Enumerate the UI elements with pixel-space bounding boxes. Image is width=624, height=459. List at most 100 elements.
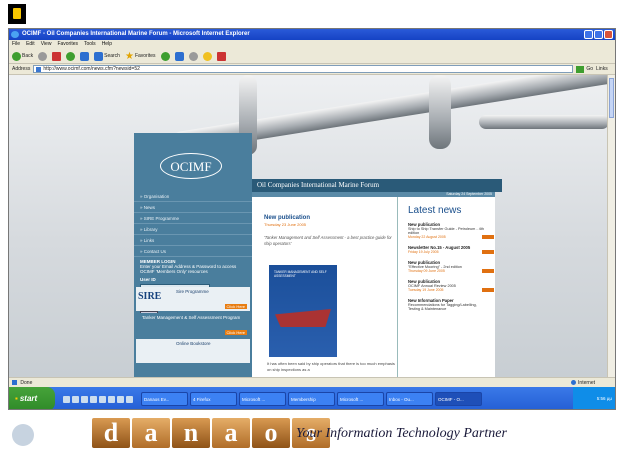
- refresh-icon: [66, 51, 76, 61]
- latest-news: Latest news New publication Ship to Ship…: [397, 197, 497, 377]
- scroll-thumb[interactable]: [609, 78, 614, 118]
- page-icon: [36, 66, 42, 72]
- news-desc: Recommendations for Tagging/Labelling, T…: [408, 303, 477, 311]
- bookstore-title: Online Bookstore: [176, 341, 211, 346]
- vertical-scrollbar[interactable]: [607, 75, 615, 377]
- menu-favorites[interactable]: Favorites: [57, 40, 78, 49]
- window-title: OCIMF - Oil Companies International Mari…: [22, 31, 250, 37]
- nav-news[interactable]: News: [134, 202, 252, 213]
- forward-button[interactable]: [38, 51, 48, 61]
- nav-organisation[interactable]: Organisation: [134, 191, 252, 202]
- logo-letter: d: [92, 418, 130, 448]
- corner-logo-icon: [8, 4, 26, 24]
- sire-promo[interactable]: SIRE Sire Programme Click Here: [136, 287, 250, 311]
- refresh-button[interactable]: [66, 51, 76, 61]
- menu-bar: File Edit View Favorites Tools Help: [9, 40, 615, 49]
- publication-cover[interactable]: TANKER MANAGEMENT AND SELF ASSESSMENT: [269, 265, 337, 357]
- task-button[interactable]: Danaos Ev...: [141, 392, 188, 406]
- logo-letter: n: [172, 418, 210, 448]
- quicklaunch-icon[interactable]: [117, 395, 124, 403]
- quicklaunch-icon[interactable]: [108, 395, 115, 403]
- news-item[interactable]: New Information Paper Recommendations fo…: [408, 298, 488, 311]
- mail-button[interactable]: [174, 51, 184, 61]
- quicklaunch-icon[interactable]: [72, 395, 79, 403]
- back-button[interactable]: Back: [12, 51, 34, 61]
- menu-tools[interactable]: Tools: [84, 40, 96, 49]
- pipeline-image: [429, 75, 451, 149]
- start-button[interactable]: start: [9, 387, 55, 409]
- more-button[interactable]: [482, 235, 494, 239]
- nav-sire[interactable]: SIRE Programme: [134, 213, 252, 224]
- sire-click-here[interactable]: Click Here: [224, 304, 247, 309]
- history-button[interactable]: [160, 51, 170, 61]
- tmsa-click-here[interactable]: Click Here: [224, 330, 247, 335]
- minimize-button[interactable]: [584, 30, 593, 39]
- zone-label: Internet: [578, 380, 595, 386]
- ocimf-logo[interactable]: OCIMF: [160, 153, 222, 179]
- login-intro: Enter your Email Address & Password to a…: [140, 264, 237, 274]
- favorites-button[interactable]: ★ Favorites: [125, 51, 156, 61]
- address-url: http://www.ocimf.com/news.cfm?newsid=52: [43, 66, 140, 72]
- print-button[interactable]: [188, 51, 198, 61]
- more-button[interactable]: [482, 288, 494, 292]
- more-button[interactable]: [482, 269, 494, 273]
- go-label: Go: [586, 66, 594, 72]
- stop-button[interactable]: [52, 51, 62, 61]
- go-arrow-icon: [576, 65, 585, 73]
- go-button[interactable]: Go: [576, 65, 594, 73]
- back-label: Back: [22, 53, 34, 59]
- quicklaunch-icon[interactable]: [63, 395, 70, 403]
- tmsa-promo[interactable]: Tanker Management & Self Assessment Prog…: [136, 313, 250, 337]
- home-button[interactable]: [80, 51, 90, 61]
- edit-button[interactable]: [202, 51, 212, 61]
- news-item[interactable]: New publication OCIMF Annual Review 2005…: [408, 279, 494, 292]
- menu-help[interactable]: Help: [102, 40, 112, 49]
- browser-toolbar: Back Search ★ Favorites: [9, 49, 615, 64]
- news-item[interactable]: Newsletter No.15 - August 2005 Friday 19…: [408, 245, 494, 254]
- task-button[interactable]: Inbox - Ou...: [386, 392, 433, 406]
- publication-description: 'Tanker Management and Self Assessment -…: [264, 235, 392, 246]
- site-banner: Oil Companies International Marine Forum: [252, 179, 502, 192]
- nav-library[interactable]: Library: [134, 224, 252, 235]
- nav-contact[interactable]: Contact Us: [134, 246, 252, 257]
- globe-icon: [571, 380, 577, 386]
- news-item[interactable]: New publication Ship to Ship Transfer Gu…: [408, 222, 494, 239]
- task-button[interactable]: 4 Firefox: [190, 392, 237, 406]
- folder-icon: [202, 51, 212, 61]
- quicklaunch-icon[interactable]: [126, 395, 133, 403]
- quick-launch: [63, 395, 133, 403]
- publication-body: It has often been said by ship operators…: [267, 361, 395, 372]
- task-button[interactable]: Microsoft ...: [337, 392, 384, 406]
- task-list: Danaos Ev... 4 Firefox Microsoft ... Mem…: [141, 392, 482, 406]
- search-button[interactable]: Search: [94, 51, 120, 61]
- address-field[interactable]: http://www.ocimf.com/news.cfm?newsid=52: [33, 65, 574, 73]
- quicklaunch-icon[interactable]: [90, 395, 97, 403]
- task-button-active[interactable]: OCIMF - O...: [435, 392, 482, 406]
- footer-slogan: Your Information Technology Partner: [296, 426, 507, 441]
- nav-links[interactable]: Links: [134, 235, 252, 246]
- menu-file[interactable]: File: [12, 40, 20, 49]
- discuss-button[interactable]: [216, 51, 226, 61]
- task-button[interactable]: Membership: [288, 392, 335, 406]
- task-button[interactable]: Microsoft ...: [239, 392, 286, 406]
- system-tray-clock[interactable]: 5:56 μμ: [573, 387, 615, 409]
- news-item[interactable]: New publication "Effective Mooring" - 2n…: [408, 260, 494, 273]
- news-desc: Ship to Ship Transfer Guide - Petroleum …: [408, 227, 484, 235]
- maximize-button[interactable]: [594, 30, 603, 39]
- back-arrow-icon: [12, 51, 21, 61]
- close-button[interactable]: [604, 30, 613, 39]
- more-button[interactable]: [482, 250, 494, 254]
- search-label: Search: [104, 53, 120, 59]
- quicklaunch-icon[interactable]: [81, 395, 88, 403]
- menu-edit[interactable]: Edit: [26, 40, 35, 49]
- links-button[interactable]: Links: [596, 66, 608, 72]
- bookstore-promo[interactable]: Online Bookstore: [136, 339, 250, 363]
- history-icon: [160, 51, 170, 61]
- news-heading: Latest news: [408, 205, 462, 216]
- news-date: Monday 22 August 2005: [408, 235, 446, 239]
- quicklaunch-icon[interactable]: [99, 395, 106, 403]
- menu-view[interactable]: View: [41, 40, 52, 49]
- logo-letter: a: [132, 418, 170, 448]
- publication-title[interactable]: New publication: [264, 215, 310, 221]
- favorites-label: Favorites: [134, 53, 156, 59]
